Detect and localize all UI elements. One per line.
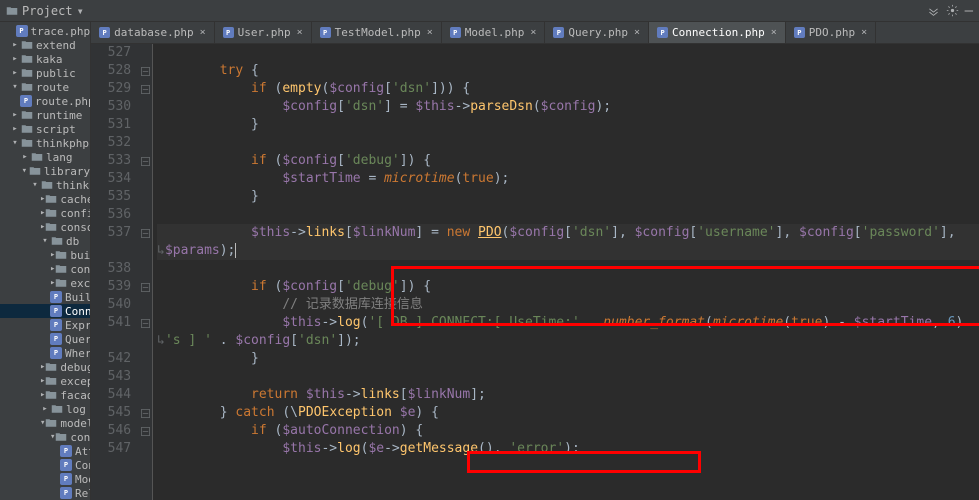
- tree-item[interactable]: ▾model: [0, 416, 90, 430]
- project-tree: Ptrace.php▸extend▸kaka▸public▾routeProut…: [0, 22, 91, 500]
- collapse-icon[interactable]: [927, 3, 940, 19]
- tree-item[interactable]: ▾route: [0, 80, 90, 94]
- tree-item[interactable]: ▾think: [0, 178, 90, 192]
- tree-item[interactable]: PModelEvent.php: [0, 472, 90, 486]
- tree-item[interactable]: ▾library: [0, 164, 90, 178]
- editor-tab[interactable]: PPDO.php×: [786, 22, 876, 43]
- top-toolbar: Project ▾ —: [0, 0, 979, 22]
- tree-item[interactable]: ▸builder: [0, 248, 90, 262]
- tree-item[interactable]: Ptrace.php: [0, 24, 90, 38]
- tree-item[interactable]: ▸public: [0, 66, 90, 80]
- close-icon[interactable]: ×: [861, 27, 867, 38]
- editor-tab[interactable]: PTestModel.php×: [312, 22, 442, 43]
- project-label: Project: [22, 4, 73, 18]
- tree-item[interactable]: ▸cache: [0, 192, 90, 206]
- editor-pane: Pdatabase.php×PUser.php×PTestModel.php×P…: [91, 22, 979, 500]
- tree-item[interactable]: ▸connector: [0, 262, 90, 276]
- code-editor[interactable]: 5275285295305315325335345355365375385395…: [91, 44, 979, 500]
- minimize-icon[interactable]: —: [965, 3, 973, 19]
- line-gutter: 5275285295305315325335345355365375385395…: [91, 44, 139, 500]
- tree-item[interactable]: PExpression.php: [0, 318, 90, 332]
- folder-icon: [6, 5, 18, 17]
- close-icon[interactable]: ×: [200, 27, 206, 38]
- tree-item[interactable]: PRelationShip.php: [0, 486, 90, 500]
- editor-tab[interactable]: PModel.php×: [442, 22, 546, 43]
- tree-item[interactable]: ▸extend: [0, 38, 90, 52]
- tree-item[interactable]: ▸facade: [0, 388, 90, 402]
- close-icon[interactable]: ×: [530, 27, 536, 38]
- chevron-down-icon: ▾: [77, 4, 84, 18]
- editor-tabs: Pdatabase.php×PUser.php×PTestModel.php×P…: [91, 22, 979, 44]
- tree-item[interactable]: PBuilder.php: [0, 290, 90, 304]
- close-icon[interactable]: ×: [427, 27, 433, 38]
- code-content[interactable]: try { if (empty($config['dsn'])) { $conf…: [153, 44, 979, 500]
- editor-tab[interactable]: PUser.php×: [215, 22, 312, 43]
- tree-item[interactable]: ▸exception: [0, 374, 90, 388]
- editor-tab[interactable]: PQuery.php×: [545, 22, 649, 43]
- gear-icon[interactable]: [946, 3, 959, 19]
- tree-item[interactable]: Proute.php: [0, 94, 90, 108]
- tree-item[interactable]: PQuery.php: [0, 332, 90, 346]
- tree-item[interactable]: ▸script: [0, 122, 90, 136]
- tree-item[interactable]: ▸lang: [0, 150, 90, 164]
- tree-item[interactable]: ▾db: [0, 234, 90, 248]
- tree-item[interactable]: PAttribute.php: [0, 444, 90, 458]
- tree-item[interactable]: ▸log: [0, 402, 90, 416]
- editor-tab[interactable]: Pdatabase.php×: [91, 22, 215, 43]
- tree-item[interactable]: PConversion.php: [0, 458, 90, 472]
- tree-item[interactable]: ▸kaka: [0, 52, 90, 66]
- close-icon[interactable]: ×: [634, 27, 640, 38]
- project-toggle[interactable]: Project ▾: [6, 4, 84, 18]
- tree-item[interactable]: ▸runtime: [0, 108, 90, 122]
- close-icon[interactable]: ×: [771, 27, 777, 38]
- editor-tab[interactable]: PConnection.php×: [649, 22, 786, 43]
- tree-item[interactable]: ▸exception: [0, 276, 90, 290]
- tree-item[interactable]: PWhere.php: [0, 346, 90, 360]
- fold-column: [139, 44, 153, 500]
- tree-item[interactable]: PConnection.php: [0, 304, 90, 318]
- tree-item[interactable]: ▸config: [0, 206, 90, 220]
- tree-item[interactable]: ▾concern: [0, 430, 90, 444]
- tree-item[interactable]: ▾thinkphp: [0, 136, 90, 150]
- tree-item[interactable]: ▸debug: [0, 360, 90, 374]
- tree-item[interactable]: ▸console: [0, 220, 90, 234]
- close-icon[interactable]: ×: [297, 27, 303, 38]
